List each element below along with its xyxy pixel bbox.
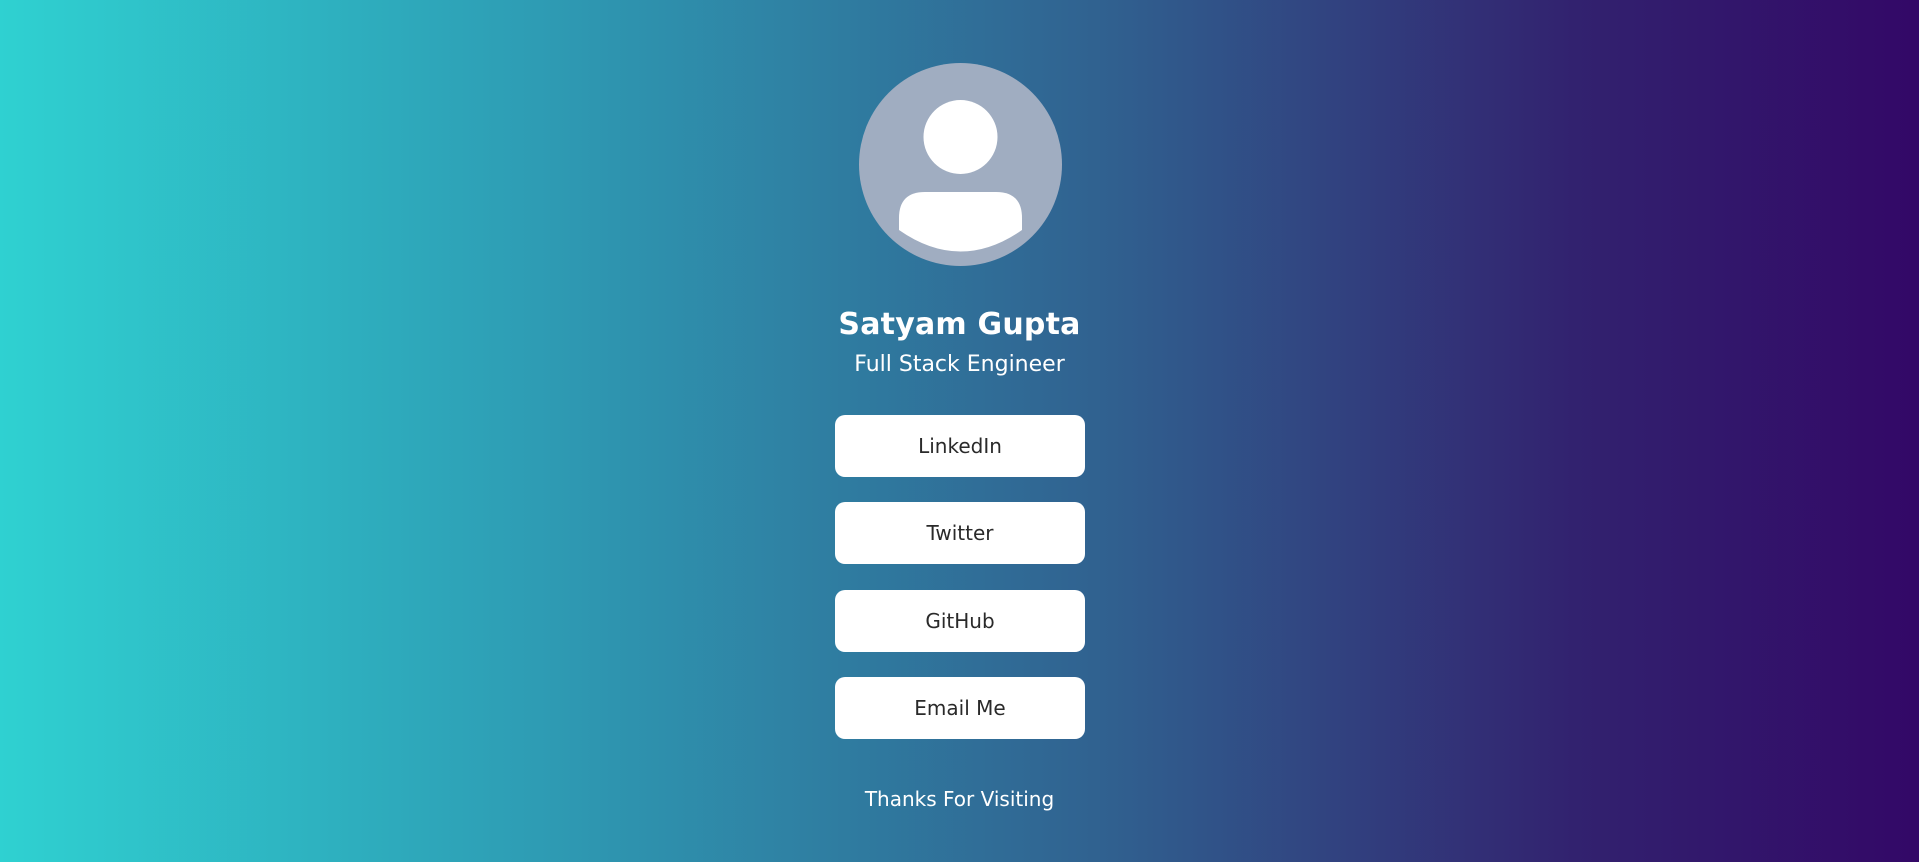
github-button[interactable]: GitHub <box>835 590 1085 652</box>
linkedin-button[interactable]: LinkedIn <box>835 415 1085 477</box>
profile-page: Satyam Gupta Full Stack Engineer LinkedI… <box>0 0 1919 862</box>
profile-name: Satyam Gupta <box>838 307 1081 342</box>
avatar <box>859 63 1062 266</box>
profile-role: Full Stack Engineer <box>854 352 1065 377</box>
twitter-button[interactable]: Twitter <box>835 502 1085 564</box>
email-button[interactable]: Email Me <box>835 677 1085 739</box>
user-icon <box>899 100 1022 252</box>
footer-text: Thanks For Visiting <box>864 787 1055 811</box>
